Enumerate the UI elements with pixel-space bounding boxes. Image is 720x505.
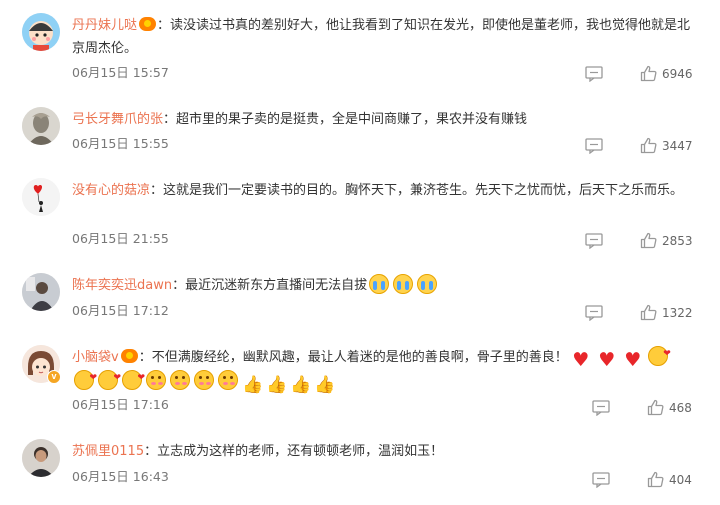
avatar[interactable]: [22, 178, 60, 216]
comment-icon: [585, 305, 603, 321]
username-link[interactable]: 没有心的菇凉: [72, 183, 150, 198]
reply-button[interactable]: [585, 138, 603, 154]
thumbs-up-icon: [647, 399, 664, 416]
like-count: 404: [669, 473, 692, 487]
medal-badge-icon: [120, 349, 138, 363]
thumbs-up-icon: [640, 65, 657, 82]
blush-emoji-icon: [170, 370, 190, 390]
like-button[interactable]: 468: [647, 399, 712, 417]
avatar[interactable]: [22, 439, 60, 477]
separator: ：: [163, 112, 177, 127]
blush-emoji-icon: [146, 370, 166, 390]
kiss-emoji-icon: [122, 367, 145, 390]
thumbs-up-emoji-icon: 👍: [242, 375, 264, 395]
comment-text-block: 丹丹妹儿哒 ：读没读过书真的差别好大，他让我看到了知识在发光，即使他是董老师，我也…: [72, 14, 692, 60]
comment-text-block: 弓长牙舞爪的张：超市里的果子卖的是挺贵，全是中间商赚了，果农并没有赚钱: [72, 108, 692, 131]
separator: ：: [144, 444, 158, 459]
heart-emoji-icon: ♥: [624, 349, 642, 371]
comment-time: 06月15日 21:55: [72, 231, 169, 246]
username-link[interactable]: 弓长牙舞爪的张: [72, 112, 163, 127]
cartoon-boy-avatar-icon: [22, 13, 60, 51]
like-count: 3447: [662, 139, 693, 153]
person-photo-avatar-icon: [22, 273, 60, 311]
username-link[interactable]: 陈年奕奕迅dawn: [72, 278, 172, 293]
comment-time: 06月15日 17:12: [72, 303, 169, 318]
separator: ：: [150, 183, 164, 198]
comment-text: 这就是我们一定要读书的目的。胸怀天下，兼济苍生。先天下之忧而忧，后天下之乐而乐。: [163, 183, 684, 198]
comment-text-block: 陈年奕奕迅dawn：最近沉迷新东方直播间无法自拔: [72, 274, 692, 297]
like-count: 1322: [662, 306, 693, 320]
girl-with-balloon-avatar-icon: [22, 178, 60, 216]
verified-badge-icon: v: [47, 370, 61, 384]
crying-emoji-icon: [369, 274, 390, 294]
like-button[interactable]: 1322: [640, 304, 712, 322]
comment-text-block: 没有心的菇凉：这就是我们一定要读书的目的。胸怀天下，兼济苍生。先天下之忧而忧，后…: [72, 179, 692, 202]
blush-emoji-icon: [218, 370, 238, 390]
crying-emoji-icon: [417, 274, 438, 294]
comment-text: 最近沉迷新东方直播间无法自拔: [185, 278, 368, 293]
comment-text-block: 小脑袋v ：不但满腹经纶，幽默风趣，最让人着迷的是他的善良啊，骨子里的善良！ ♥ ♥ ♥…: [72, 343, 692, 395]
like-count: 468: [669, 401, 692, 415]
crying-emoji-icon: [393, 274, 414, 294]
separator: ：: [138, 350, 152, 365]
comment-text: 超市里的果子卖的是挺贵，全是中间商赚了，果农并没有赚钱: [176, 112, 528, 127]
thumbs-up-emoji-icon: 👍: [314, 375, 336, 395]
reply-button[interactable]: [585, 233, 603, 249]
username-link[interactable]: 苏佩里0115: [72, 444, 144, 459]
separator: ：: [172, 278, 186, 293]
username-link[interactable]: 小脑袋v: [72, 350, 119, 365]
blush-emoji-icon: [194, 370, 214, 390]
like-button[interactable]: 6946: [640, 65, 712, 83]
kiss-emoji-icon: [98, 367, 121, 390]
comment-icon: [585, 233, 603, 249]
medal-badge-icon: [139, 17, 157, 31]
kiss-emoji-icon: [74, 367, 97, 390]
avatar[interactable]: [22, 107, 60, 145]
heart-emoji-icon: ♥: [598, 349, 616, 371]
thumbs-up-emoji-icon: 👍: [290, 375, 312, 395]
comment-time: 06月15日 16:43: [72, 469, 169, 484]
kiss-emoji-icon: [647, 343, 671, 366]
thumbs-up-icon: [640, 232, 657, 249]
comment-text: 不但满腹经纶，幽默风趣，最让人着迷的是他的善良啊，骨子里的善良！: [151, 350, 568, 365]
reply-button[interactable]: [585, 305, 603, 321]
username-link[interactable]: 丹丹妹儿哒: [72, 18, 137, 33]
like-button[interactable]: 404: [647, 471, 712, 489]
comment-icon: [585, 138, 603, 154]
reply-button[interactable]: [585, 66, 603, 82]
comment-icon: [592, 472, 610, 488]
comment-time: 06月15日 15:55: [72, 136, 169, 151]
separator: ：: [157, 18, 171, 33]
reply-button[interactable]: [592, 472, 610, 488]
like-count: 6946: [662, 67, 693, 81]
comment-text-block: 苏佩里0115：立志成为这样的老师，还有顿顿老师，温润如玉！: [72, 440, 692, 463]
comment-text: 立志成为这样的老师，还有顿顿老师，温润如玉！: [157, 444, 444, 459]
heart-emoji-icon: ♥: [572, 349, 590, 371]
avatar[interactable]: [22, 273, 60, 311]
thumbs-up-emoji-icon: 👍: [266, 375, 288, 395]
comment-time: 06月15日 15:57: [72, 65, 169, 80]
like-count: 2853: [662, 234, 693, 248]
statue-avatar-icon: [22, 107, 60, 145]
avatar[interactable]: [22, 13, 60, 51]
man-photo-avatar-icon: [22, 439, 60, 477]
thumbs-up-icon: [640, 304, 657, 321]
comment-icon: [585, 66, 603, 82]
reply-button[interactable]: [592, 400, 610, 416]
like-button[interactable]: 2853: [640, 232, 712, 250]
like-button[interactable]: 3447: [640, 137, 712, 155]
thumbs-up-icon: [647, 471, 664, 488]
comment-time: 06月15日 17:16: [72, 397, 169, 412]
thumbs-up-icon: [640, 137, 657, 154]
comment-icon: [592, 400, 610, 416]
